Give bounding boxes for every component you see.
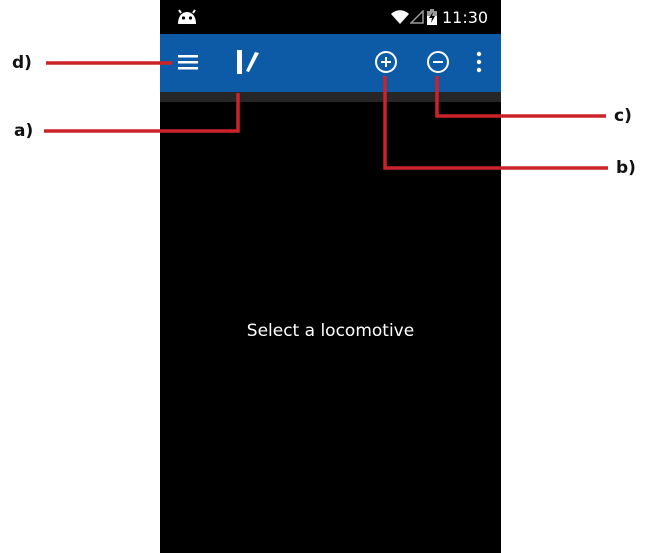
remove-circle-icon[interactable] <box>426 50 450 74</box>
app-toolbar <box>160 34 501 92</box>
empty-state-message: Select a locomotive <box>246 321 415 341</box>
toolbar-divider <box>160 92 501 102</box>
overflow-menu-icon[interactable] <box>476 51 482 73</box>
signal-icon <box>410 10 424 24</box>
callout-label-b: b) <box>616 158 636 178</box>
status-bar: 11:30 <box>160 0 501 34</box>
callout-label-c: c) <box>614 106 632 126</box>
wifi-icon <box>391 10 409 24</box>
callout-label-d: d) <box>12 53 32 73</box>
menu-icon[interactable] <box>178 54 198 70</box>
phone-screen: 11:30 Select a locomotive <box>160 0 501 553</box>
add-circle-icon[interactable] <box>374 50 398 74</box>
app-logo-icon[interactable] <box>236 49 260 75</box>
android-icon <box>178 9 196 24</box>
callout-label-a: a) <box>14 121 34 141</box>
status-clock: 11:30 <box>442 8 489 27</box>
battery-charging-icon <box>427 9 437 25</box>
